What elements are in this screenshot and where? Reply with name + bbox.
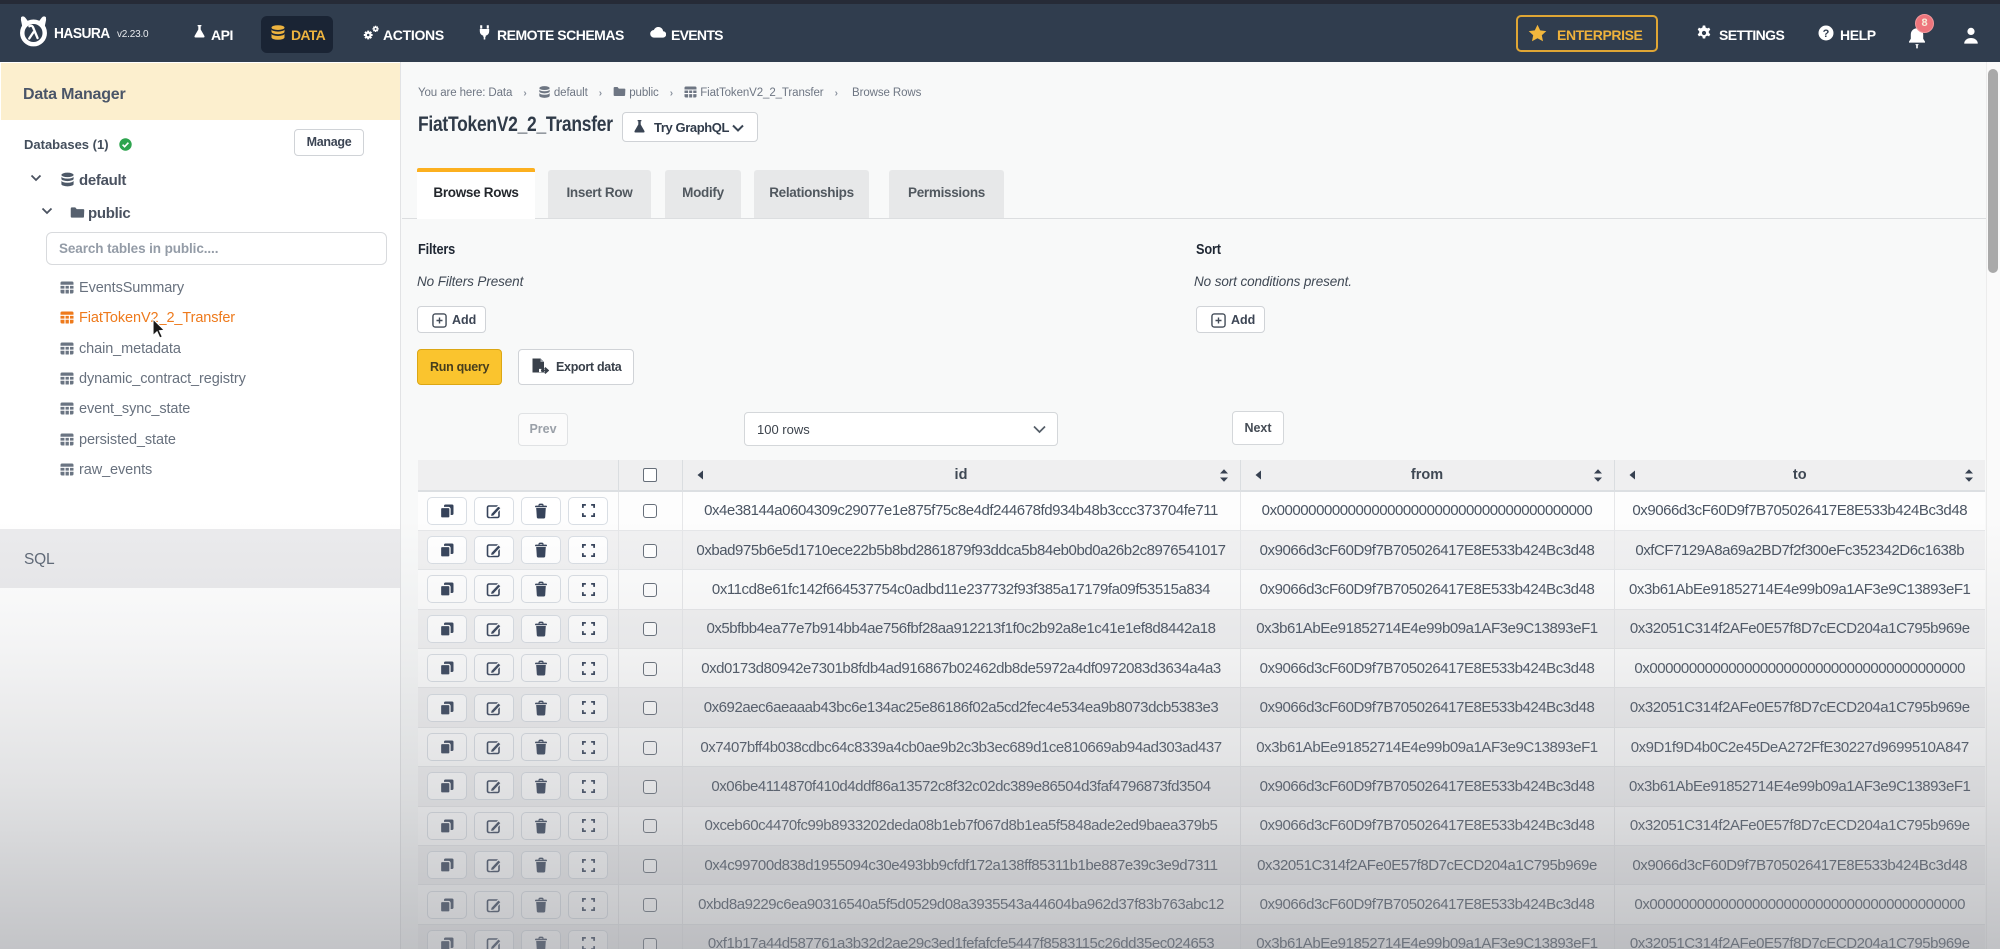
svg-text:?: ? [1823, 28, 1830, 40]
